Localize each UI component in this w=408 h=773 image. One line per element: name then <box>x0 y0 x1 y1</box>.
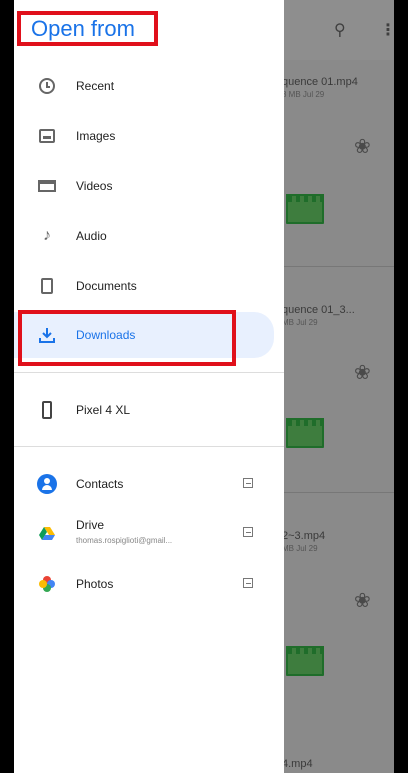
photos-icon <box>36 573 58 595</box>
open-app-icon[interactable] <box>243 577 253 591</box>
drawer-item-images[interactable]: Images <box>14 116 274 156</box>
divider <box>282 492 394 493</box>
navigation-drawer: Open from Recent Images Videos ♪ Audio D… <box>14 0 284 773</box>
divider <box>282 266 394 267</box>
drawer-item-label: Images <box>76 129 116 143</box>
phone-icon <box>36 399 58 421</box>
contacts-icon <box>36 473 58 495</box>
drawer-item-label: Audio <box>76 229 107 243</box>
drawer-item-drive[interactable]: Drive thomas.rospiglioti@gmail... <box>14 510 274 556</box>
video-clapper-icon <box>286 418 324 448</box>
music-note-icon: ♪ <box>43 227 51 244</box>
drawer-title: Open from <box>31 15 135 41</box>
drawer-item-label: Documents <box>76 279 137 293</box>
open-app-icon[interactable] <box>243 526 253 540</box>
drawer-item-downloads[interactable]: Downloads <box>14 312 274 358</box>
more-vert-icon: ⋮ <box>380 22 394 39</box>
video-clapper-icon <box>286 646 324 676</box>
drawer-item-audio[interactable]: ♪ Audio <box>14 216 274 256</box>
screen: ⚲ ⋮ quence 01.mp4 8 MB Jul 29 ❀ quence 0… <box>14 0 394 773</box>
film-reel-icon: ❀ <box>354 362 371 384</box>
file-name: quence 01_3... <box>282 304 355 316</box>
open-app-icon[interactable] <box>243 477 253 491</box>
film-reel-icon: ❀ <box>354 136 371 158</box>
file-name: quence 01.mp4 <box>282 76 358 88</box>
video-clapper-icon <box>286 194 324 224</box>
document-icon <box>36 275 58 297</box>
film-reel-icon: ❀ <box>354 590 371 612</box>
background-file: quence 01.mp4 8 MB Jul 29 <box>282 76 392 99</box>
drawer-item-documents[interactable]: Documents <box>14 266 274 306</box>
file-name: 4.mp4 <box>282 758 313 770</box>
file-meta: 8 MB Jul 29 <box>282 90 325 99</box>
drawer-item-label: Contacts <box>76 477 124 491</box>
clock-icon <box>36 75 58 97</box>
drawer-item-device[interactable]: Pixel 4 XL <box>14 390 274 430</box>
drawer-title-highlight: Open from <box>17 11 158 46</box>
background-file: 4.mp4 <box>282 758 392 770</box>
drawer-item-label: Photos <box>76 577 114 591</box>
drawer-item-label: Drive <box>76 518 105 532</box>
download-icon <box>36 324 58 346</box>
drawer-item-label: Pixel 4 XL <box>76 403 131 417</box>
background-file: quence 01_3... MB Jul 29 <box>282 304 392 327</box>
divider <box>14 372 284 373</box>
drawer-item-label: Recent <box>76 79 115 93</box>
file-meta: MB Jul 29 <box>282 544 318 553</box>
drawer-item-label: Videos <box>76 179 113 193</box>
drawer-item-label: Downloads <box>76 328 136 342</box>
account-email: thomas.rospiglioti@gmail... <box>76 536 173 545</box>
drawer-item-photos[interactable]: Photos <box>14 564 274 604</box>
drawer-item-recent[interactable]: Recent <box>14 66 274 106</box>
search-icon: ⚲ <box>334 22 346 39</box>
drive-icon <box>36 522 58 544</box>
video-icon <box>36 175 58 197</box>
background-file: 2~3.mp4 MB Jul 29 <box>282 530 392 553</box>
divider <box>14 446 284 447</box>
image-icon <box>36 125 58 147</box>
file-name: 2~3.mp4 <box>282 530 326 542</box>
drawer-item-contacts[interactable]: Contacts <box>14 464 274 504</box>
file-meta: MB Jul 29 <box>282 318 318 327</box>
drawer-item-videos[interactable]: Videos <box>14 166 274 206</box>
